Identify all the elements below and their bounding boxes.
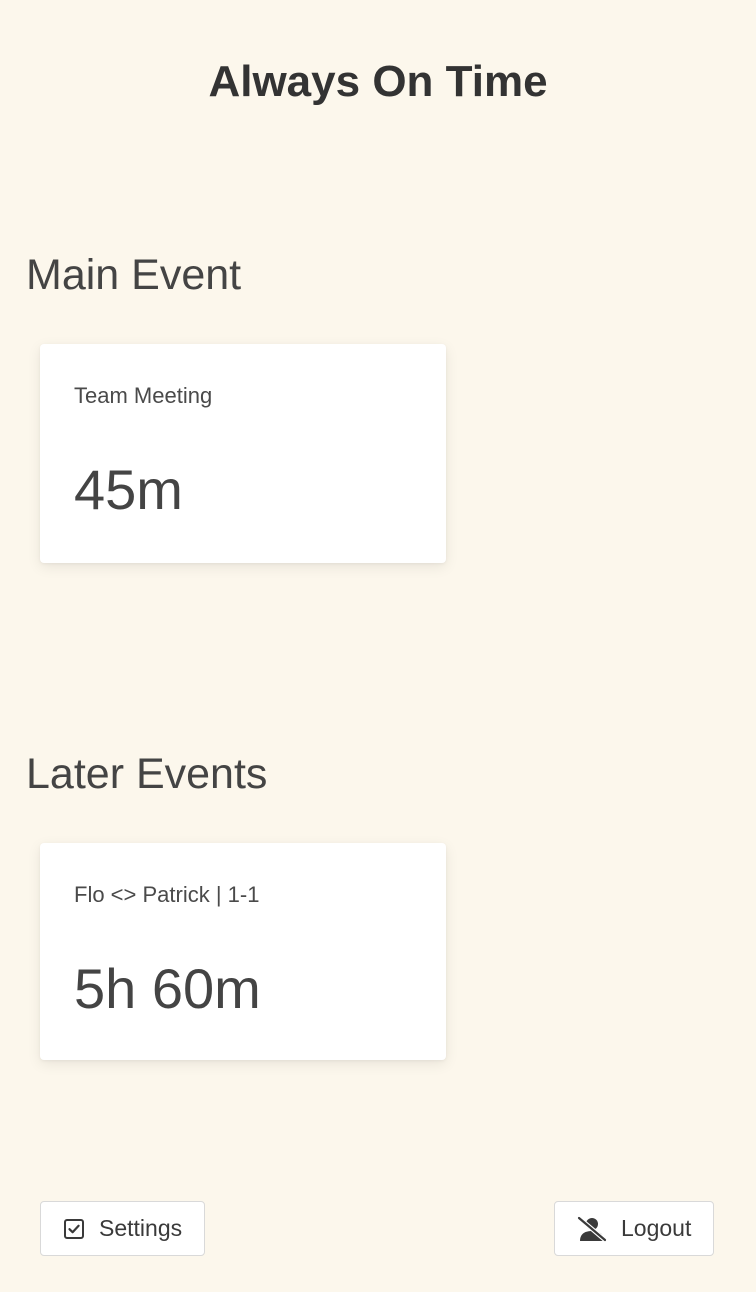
later-events-heading: Later Events: [26, 750, 268, 798]
event-name: Team Meeting: [74, 383, 213, 408]
event-countdown: 45m: [74, 458, 183, 521]
event-countdown: 5h 60m: [74, 957, 261, 1020]
logout-label: Logout: [621, 1215, 692, 1241]
logout-button[interactable]: Logout: [554, 1201, 714, 1256]
settings-label: Settings: [99, 1215, 183, 1241]
main-event-card[interactable]: Team Meeting 45m: [40, 344, 446, 563]
later-event-card[interactable]: Flo <> Patrick | 1-1 5h 60m: [40, 843, 446, 1060]
app-title: Always On Time: [208, 57, 548, 106]
main-event-heading: Main Event: [26, 251, 242, 299]
settings-button[interactable]: Settings: [40, 1201, 205, 1256]
event-name: Flo <> Patrick | 1-1: [74, 882, 260, 907]
checkbox-checked-icon: [63, 1218, 85, 1240]
user-slash-icon: [577, 1215, 607, 1242]
